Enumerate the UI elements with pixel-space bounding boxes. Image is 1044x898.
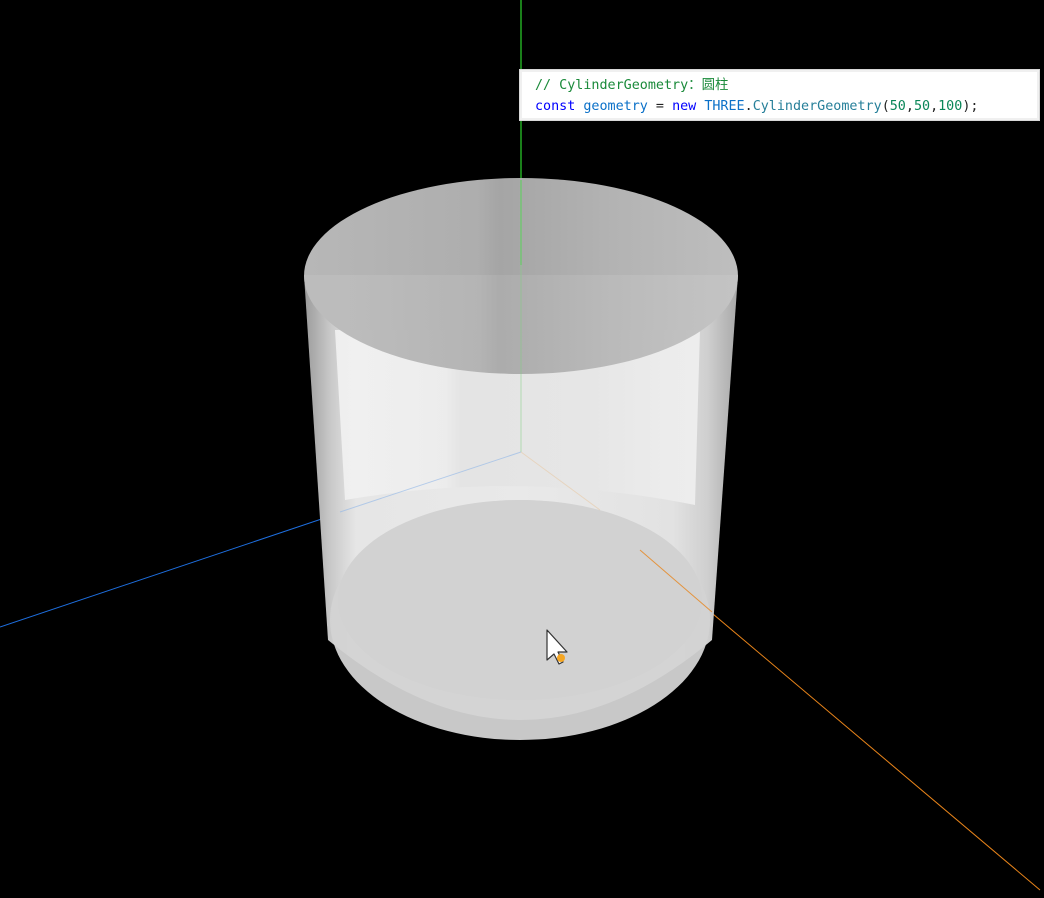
code-close-paren: ); [962, 99, 979, 114]
code-namespace: THREE [704, 99, 745, 114]
threejs-viewport[interactable]: // CylinderGeometry：圆柱 const geometry = n… [0, 0, 1044, 898]
webgl-canvas[interactable] [0, 0, 1044, 898]
code-equals: = [647, 99, 673, 114]
code-snippet-panel: // CylinderGeometry：圆柱 const geometry = n… [519, 69, 1040, 121]
code-arg-radius-bottom: 50 [913, 99, 931, 114]
code-dot: . [744, 99, 753, 114]
code-arg-radius-top: 50 [889, 99, 906, 114]
code-class-name: CylinderGeometry [752, 99, 882, 114]
code-keyword-const: const [535, 99, 576, 114]
code-open-paren: ( [881, 99, 890, 114]
code-arg-height: 100 [938, 99, 963, 114]
code-line-comment: // CylinderGeometry：圆柱 [535, 75, 1039, 96]
cylinder-bottom-inner [338, 500, 702, 700]
code-line-statement: const geometry = new THREE.CylinderGeome… [535, 96, 1039, 117]
code-comma-1: , [905, 99, 914, 114]
code-keyword-new: new [672, 99, 697, 114]
code-comma-2: , [930, 99, 939, 114]
code-variable: geometry [583, 99, 648, 114]
code-comment: // CylinderGeometry：圆柱 [535, 78, 729, 93]
